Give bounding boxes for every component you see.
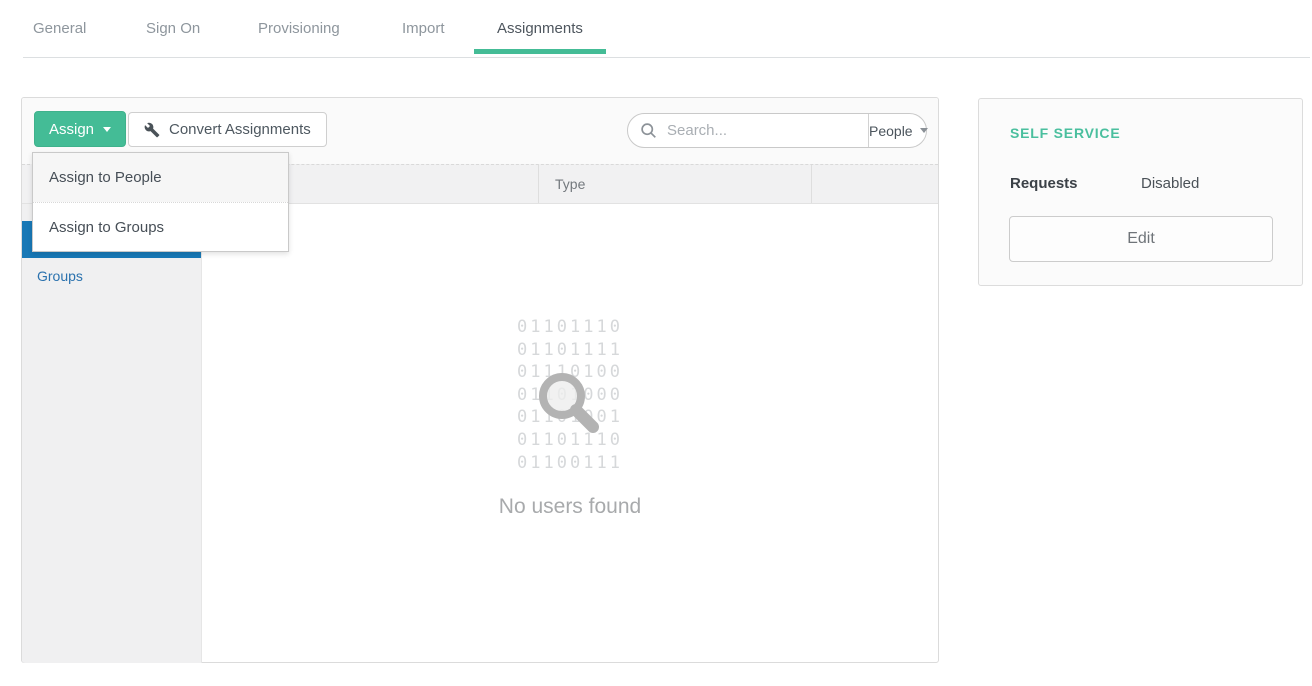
wrench-icon [144, 122, 160, 138]
assign-button[interactable]: Assign [34, 111, 126, 147]
requests-row: Requests Disabled [1010, 175, 1273, 192]
search-input[interactable] [665, 121, 868, 140]
assign-dropdown-menu: Assign to People Assign to Groups [32, 152, 289, 252]
tab-import[interactable]: Import [402, 20, 445, 37]
column-header-extra [811, 165, 938, 203]
chevron-down-icon [103, 127, 111, 132]
app-tab-bar: General Sign On Provisioning Import Assi… [0, 0, 1312, 58]
binary-line: 01101110 [202, 316, 938, 339]
search-scope-label: People [869, 123, 913, 139]
tab-provisioning[interactable]: Provisioning [258, 20, 340, 37]
tab-bar-divider [23, 57, 1310, 58]
convert-assignments-button[interactable]: Convert Assignments [128, 112, 327, 147]
requests-label: Requests [1010, 175, 1078, 192]
sidebar-item-groups[interactable]: Groups [22, 258, 201, 295]
self-service-panel: SELF SERVICE Requests Disabled Edit [978, 98, 1303, 286]
requests-status-value: Disabled [1141, 175, 1199, 192]
tab-assignments[interactable]: Assignments [497, 20, 583, 37]
tab-sign-on[interactable]: Sign On [146, 20, 200, 37]
self-service-edit-button[interactable]: Edit [1009, 216, 1273, 262]
assignments-side-nav: Groups [22, 204, 202, 663]
search-control: People [627, 113, 927, 148]
menu-item-assign-to-groups[interactable]: Assign to Groups [33, 202, 288, 251]
empty-state-message: No users found [202, 495, 938, 519]
assign-button-label: Assign [49, 121, 94, 138]
menu-item-assign-to-people[interactable]: Assign to People [33, 153, 288, 202]
convert-assignments-label: Convert Assignments [169, 121, 311, 138]
search-icon [640, 122, 657, 139]
binary-line: 01101111 [202, 339, 938, 362]
search-field-wrap [628, 114, 868, 147]
assignments-content: Groups 01101110 01101111 01110100 011010… [22, 204, 938, 663]
binary-line: 01100111 [202, 452, 938, 475]
column-header-type[interactable]: Type [538, 165, 811, 203]
empty-state: 01101110 01101111 01110100 01101000 0110… [202, 204, 938, 663]
tab-general[interactable]: General [33, 20, 86, 37]
self-service-title: SELF SERVICE [1010, 125, 1120, 141]
magnifier-icon [531, 365, 607, 446]
search-scope-select[interactable]: People [868, 114, 928, 147]
chevron-down-icon [920, 128, 928, 133]
